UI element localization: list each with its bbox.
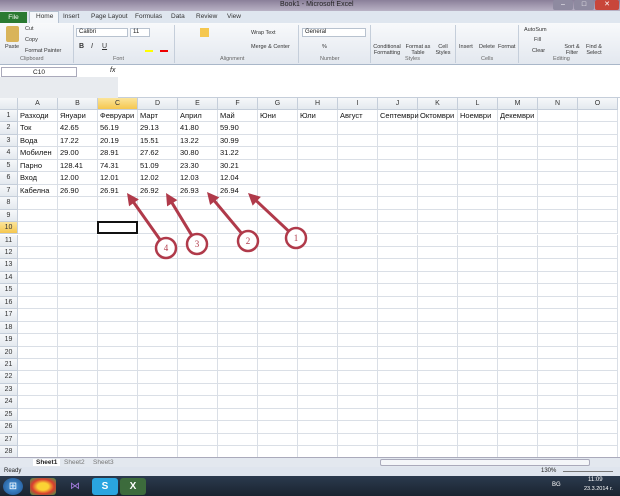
visual-studio-icon[interactable]: ⋈ xyxy=(62,478,88,495)
annotation-arrow xyxy=(168,199,194,237)
annotation-layer: 4 3 2 1 xyxy=(127,192,308,260)
status-bar: Ready 130% xyxy=(0,467,620,476)
annotation-number: 3 xyxy=(195,239,200,249)
chrome-icon[interactable] xyxy=(30,478,56,495)
zoom-slider[interactable] xyxy=(563,471,613,472)
sheet-tab-sheet3[interactable]: Sheet3 xyxy=(93,459,114,466)
clock-date: 23.3.2014 г. xyxy=(584,486,613,492)
skype-icon[interactable]: S xyxy=(92,478,118,495)
horizontal-scrollbar[interactable] xyxy=(380,459,590,466)
language-indicator[interactable]: BG xyxy=(552,482,561,488)
zoom-level: 130% xyxy=(541,468,557,474)
status-ready: Ready xyxy=(4,468,22,474)
annotation-arrow xyxy=(210,197,243,235)
sheet-tab-sheet1[interactable]: Sheet1 xyxy=(33,459,61,466)
annotation-number: 4 xyxy=(164,243,169,253)
annotation-number: 1 xyxy=(294,233,299,243)
start-button[interactable]: ⊞ xyxy=(3,478,23,495)
arrow-head-icon xyxy=(127,193,139,207)
sheet-tab-bar: Sheet1 Sheet2 Sheet3 xyxy=(0,457,620,467)
excel-taskbar-icon[interactable]: X xyxy=(120,478,146,495)
clock-time[interactable]: 11:09 xyxy=(588,477,603,483)
annotation-arrow xyxy=(130,198,162,241)
annotation-number: 2 xyxy=(246,236,251,246)
annotation-arrow xyxy=(252,197,290,233)
sheet-tab-sheet2[interactable]: Sheet2 xyxy=(64,459,85,466)
